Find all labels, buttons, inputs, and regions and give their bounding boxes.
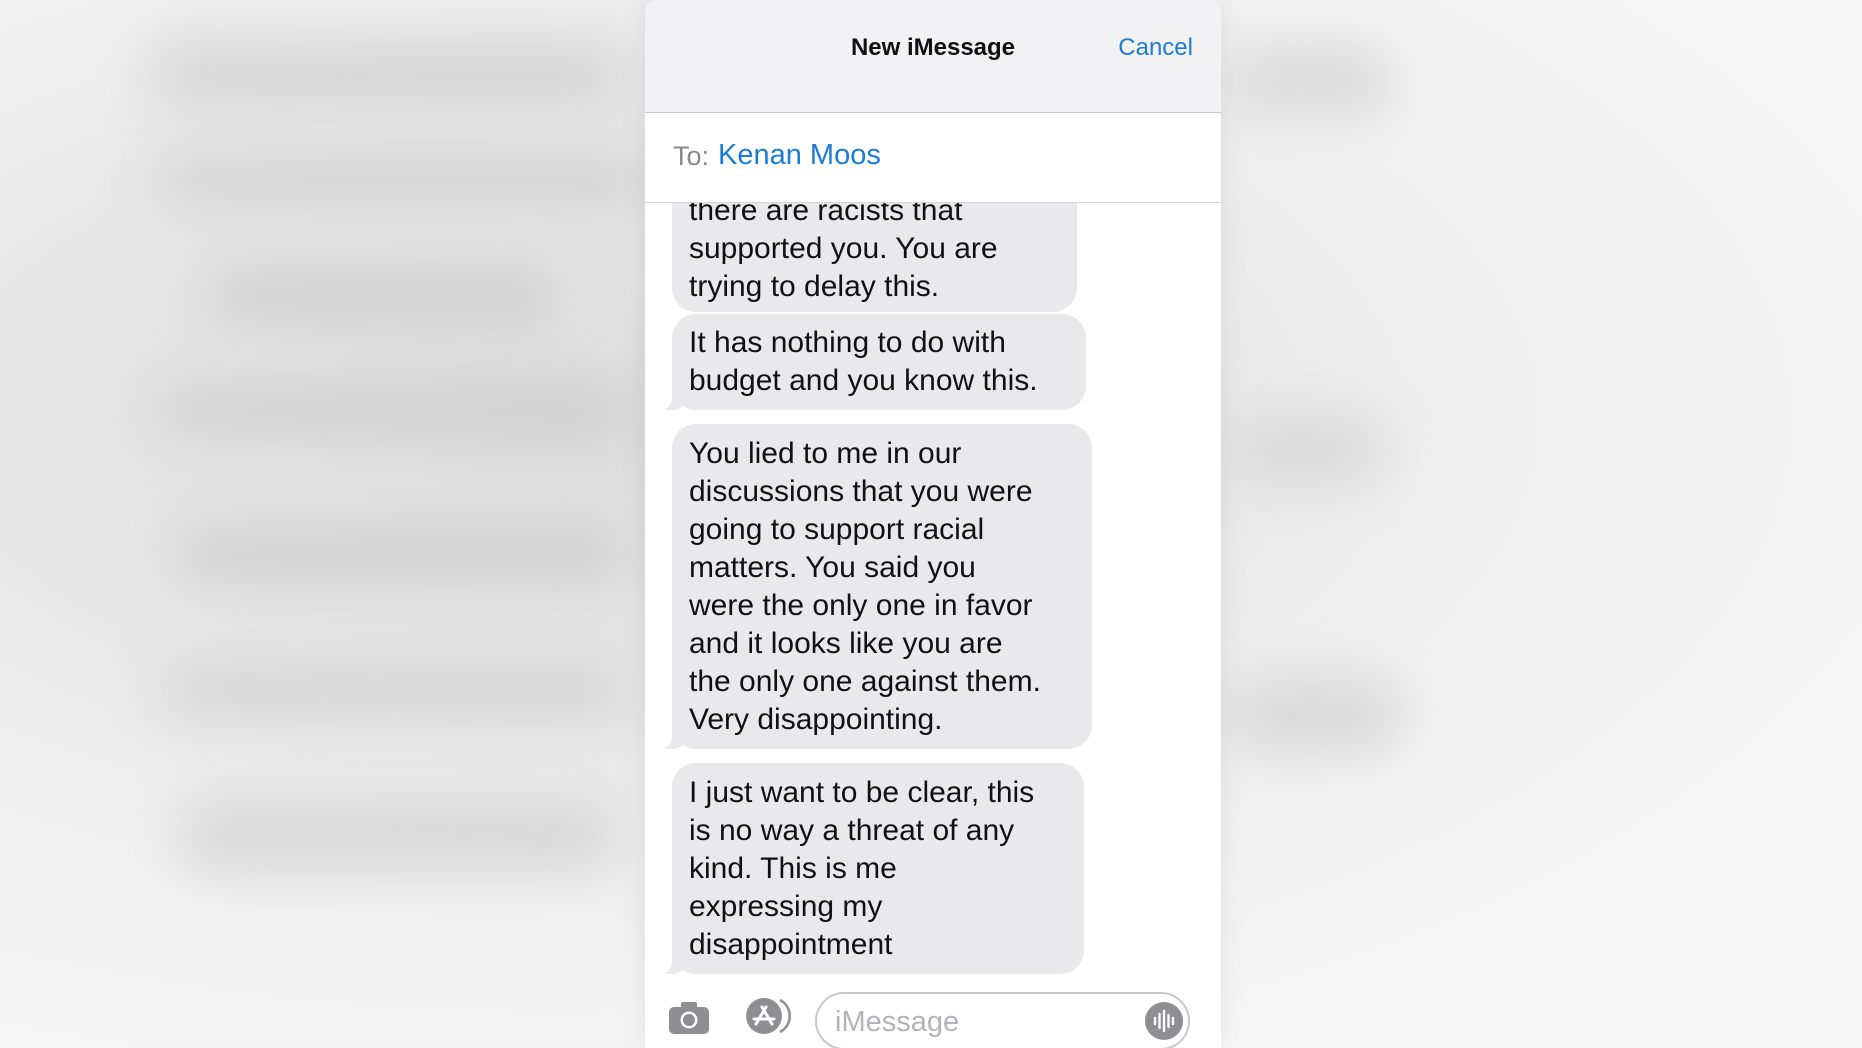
message-line: budget and you know this. (689, 364, 1038, 397)
app-store-icon[interactable] (742, 996, 792, 1036)
navigation-bar: New iMessage Cancel (645, 0, 1221, 113)
message-line: Very disappointing. (689, 703, 943, 736)
message-thread[interactable]: there are racists that supported you. Yo… (645, 203, 1221, 988)
message-placeholder: iMessage (835, 1006, 960, 1038)
imessage-window: New iMessage Cancel To: Kenan Moos there… (645, 0, 1221, 1048)
recipient-row[interactable]: To: Kenan Moos (645, 113, 1221, 203)
message-input[interactable]: iMessage (815, 992, 1190, 1048)
camera-icon[interactable] (667, 1000, 711, 1036)
recipient-name[interactable]: Kenan Moos (718, 139, 881, 172)
message-line: trying to delay this. (689, 270, 940, 303)
message-line: discussions that you were (689, 475, 1033, 508)
message-line: I just want to be clear, this (689, 776, 1035, 809)
message-line: expressing my (689, 890, 883, 923)
message-line: It has nothing to do with (689, 326, 1006, 359)
message-line: You lied to me in our (689, 437, 962, 470)
composer-bar: iMessage (645, 988, 1221, 1048)
message-bubble[interactable]: It has nothing to do with budget and you… (653, 314, 1086, 410)
message-bubble[interactable]: there are racists that supported you. Yo… (672, 203, 1077, 312)
bubble-tail (653, 386, 687, 410)
message-line: were the only one in favor (689, 589, 1033, 622)
waveform-icon[interactable] (1145, 1002, 1183, 1040)
message-line: matters. You said you (689, 551, 976, 584)
message-line: disappointment (689, 928, 893, 961)
message-line: is no way a threat of any (689, 814, 1015, 847)
message-line: supported you. You are (689, 232, 998, 265)
message-line: the only one against them. (689, 665, 1041, 698)
cancel-button[interactable]: Cancel (1118, 34, 1193, 62)
to-label: To: (673, 141, 710, 171)
bubble-tail (653, 725, 687, 749)
message-bubble[interactable]: I just want to be clear, this is no way … (653, 763, 1084, 974)
bubble-tail (653, 950, 687, 974)
message-line: kind. This is me (689, 852, 897, 885)
message-line: there are racists that (689, 203, 963, 227)
message-line: and it looks like you are (689, 627, 1003, 660)
message-bubble[interactable]: You lied to me in our discussions that y… (653, 424, 1092, 749)
message-line: going to support racial (689, 513, 985, 546)
